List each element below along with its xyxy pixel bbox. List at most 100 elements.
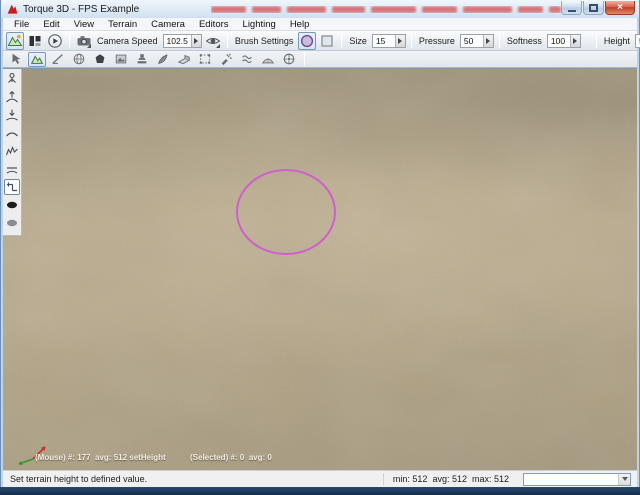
filled-ellipse-icon (5, 198, 19, 212)
gem-icon (93, 52, 107, 66)
square-brush-button[interactable] (318, 32, 336, 50)
object-editor-button[interactable] (7, 52, 25, 67)
toolbar-separator (69, 34, 70, 48)
set-height-tool[interactable] (4, 179, 20, 195)
chevron-down-icon (622, 477, 628, 481)
menu-help[interactable]: Help (283, 19, 317, 30)
gui-editor-icon (27, 33, 43, 49)
paint-noise-tool[interactable] (4, 143, 20, 159)
lower-height-icon (5, 108, 19, 122)
menu-file[interactable]: File (7, 19, 36, 30)
slope-icon (51, 52, 65, 66)
mesh-road-editor-button[interactable] (175, 52, 193, 67)
brush-size-input[interactable]: 15 (372, 34, 406, 48)
terrain-editor-icon (30, 52, 44, 66)
flatten-icon (5, 162, 19, 176)
gray-ellipse-icon (5, 216, 19, 230)
window-bottom-border (0, 487, 640, 495)
menu-view[interactable]: View (67, 19, 101, 30)
world-editor-button[interactable] (6, 32, 24, 50)
terrain-painter-button[interactable] (49, 52, 67, 67)
brush-pressure-value: 50 (461, 35, 483, 47)
terrain-stats: min: 512 avg: 512 max: 512 (383, 473, 523, 485)
terrain-height-label: Height (604, 36, 630, 46)
particle-editor-button[interactable] (217, 52, 235, 67)
clear-terrain-tool[interactable] (4, 197, 20, 213)
stamp-icon (135, 52, 149, 66)
dropdown-arrow-button[interactable] (618, 474, 630, 485)
selected-status-readout: (Selected) #: 0 avg: 0 (190, 453, 272, 462)
brush-pressure-input[interactable]: 50 (460, 34, 494, 48)
title-bar: Torque 3D - FPS Example × (1, 0, 639, 18)
right-arrow-icon (486, 38, 490, 44)
menu-bar: File Edit View Terrain Camera Editors Li… (3, 18, 637, 31)
play-game-button[interactable] (46, 32, 64, 50)
world-editor-icon (7, 33, 23, 49)
wedge-icon (177, 52, 191, 66)
terrain-height-value: 520 (636, 35, 640, 47)
terrain-editor-button[interactable] (28, 52, 46, 67)
brush-softness-expand[interactable] (570, 35, 580, 47)
blurred-title-text (211, 6, 561, 13)
datablock-editor-button[interactable] (112, 52, 130, 67)
menu-lighting[interactable]: Lighting (236, 19, 283, 30)
toolbar-separator (499, 34, 500, 48)
leaf-icon (156, 52, 170, 66)
viewport-3d[interactable]: (Mouse) #: 177 avg: 512 setHeight (Selec… (3, 68, 637, 470)
wheel-icon (282, 52, 296, 66)
menu-edit[interactable]: Edit (36, 19, 66, 30)
maximize-button[interactable] (583, 1, 604, 15)
smooth-icon (5, 126, 19, 140)
brush-softness-input[interactable]: 100 (547, 34, 581, 48)
flatten-height-tool[interactable] (4, 161, 20, 177)
grab-terrain-tool[interactable] (4, 71, 20, 87)
menu-editors[interactable]: Editors (192, 19, 236, 30)
close-button[interactable]: × (605, 1, 635, 15)
decal-editor-button[interactable] (133, 52, 151, 67)
brush-size-expand[interactable] (395, 35, 405, 47)
forest-editor-button[interactable] (154, 52, 172, 67)
right-arrow-icon (573, 38, 577, 44)
terrain-brush-circle (236, 169, 336, 255)
raise-height-icon (5, 90, 19, 104)
river-editor-button[interactable] (238, 52, 256, 67)
dropdown-corner-icon (216, 44, 220, 48)
menu-camera[interactable]: Camera (144, 19, 192, 30)
application-window: Torque 3D - FPS Example × File Edit View… (0, 0, 640, 495)
brush-softness-value: 100 (548, 35, 570, 47)
marquee-icon (198, 52, 212, 66)
material-editor-button[interactable] (70, 52, 88, 67)
brush-pressure-expand[interactable] (483, 35, 493, 47)
dropdown-corner-icon (87, 44, 91, 48)
sketch-tool-button[interactable] (91, 52, 109, 67)
raise-height-tool[interactable] (4, 89, 20, 105)
set-height-icon (5, 180, 19, 194)
globe-icon (72, 52, 86, 66)
smooth-height-tool[interactable] (4, 125, 20, 141)
visibility-button[interactable] (204, 32, 222, 50)
camera-speed-input[interactable]: 102.5 (163, 34, 202, 48)
menu-terrain[interactable]: Terrain (101, 19, 144, 30)
gui-editor-button[interactable] (26, 32, 44, 50)
minimize-button[interactable] (561, 1, 582, 15)
brush-settings-label: Brush Settings (235, 36, 294, 46)
toolbar-separator (227, 34, 228, 48)
circle-brush-button[interactable] (298, 32, 316, 50)
right-arrow-icon (398, 38, 402, 44)
mouse-status-readout: (Mouse) #: 177 avg: 512 setHeight (35, 453, 166, 462)
window-controls: × (561, 1, 635, 15)
mission-area-editor-button[interactable] (196, 52, 214, 67)
terrain-height-input[interactable]: 520 (635, 34, 640, 48)
status-dropdown[interactable] (523, 473, 631, 486)
set-empty-tool[interactable] (4, 215, 20, 231)
road-path-editor-button[interactable] (259, 52, 277, 67)
camera-speed-expand[interactable] (191, 35, 201, 47)
terrain-texture (3, 69, 637, 470)
toolbar-separator (411, 34, 412, 48)
main-toolbar: Camera Speed 102.5 Brush Settings Size (3, 31, 637, 51)
lower-height-tool[interactable] (4, 107, 20, 123)
status-bar: Set terrain height to defined value. min… (3, 470, 637, 487)
shape-editor-button[interactable] (280, 52, 298, 67)
camera-menu-button[interactable] (75, 32, 93, 50)
grab-terrain-icon (5, 72, 19, 86)
